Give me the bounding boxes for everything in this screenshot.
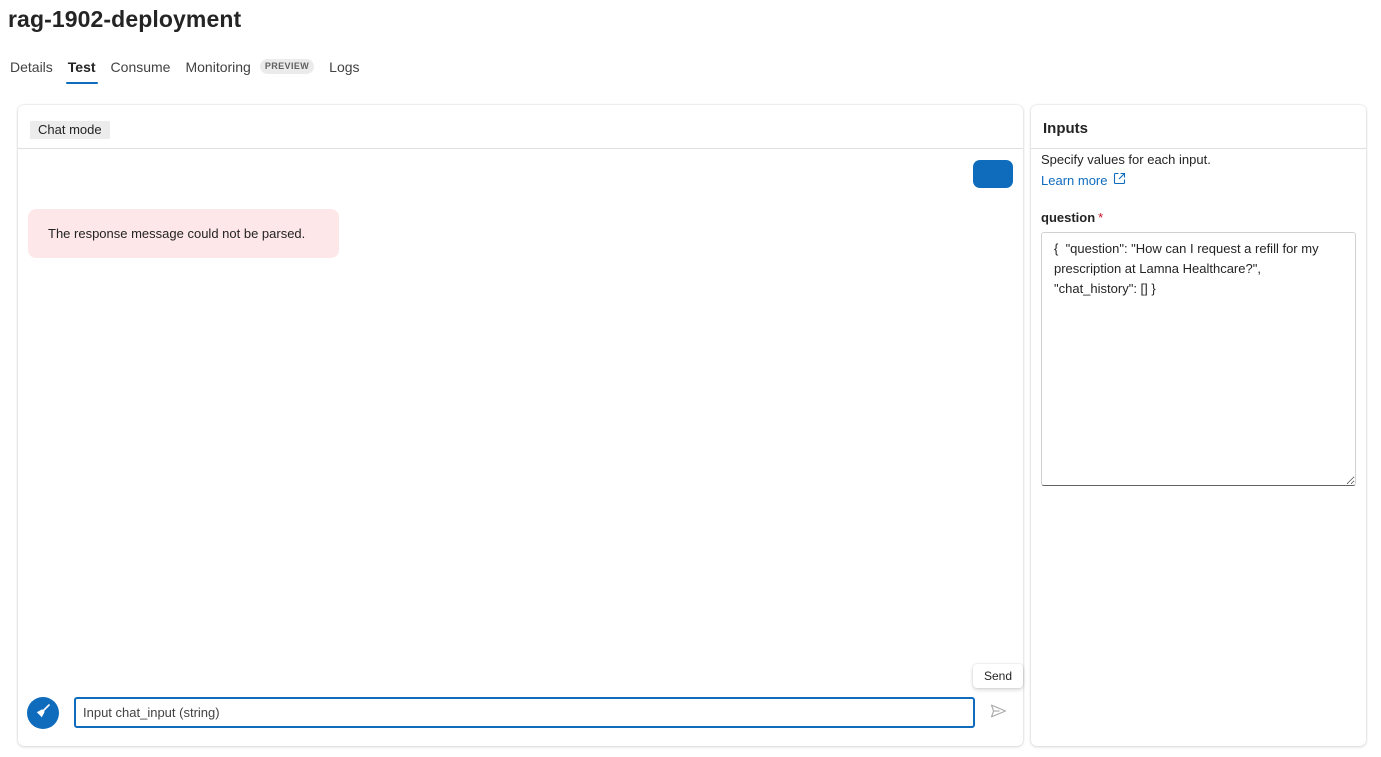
send-tooltip: Send <box>973 664 1024 688</box>
inputs-title: Inputs <box>1043 120 1088 137</box>
tab-bar: Details Test Consume Monitoring PREVIEW … <box>10 58 375 84</box>
question-field-label: question * <box>1041 210 1103 225</box>
tab-consume[interactable]: Consume <box>111 58 171 84</box>
learn-more-link[interactable]: Learn more <box>1041 172 1126 188</box>
tab-details[interactable]: Details <box>10 58 53 84</box>
external-link-icon <box>1107 172 1126 188</box>
learn-more-label: Learn more <box>1041 172 1108 188</box>
tab-monitoring[interactable]: Monitoring PREVIEW <box>185 58 315 84</box>
tab-test[interactable]: Test <box>65 58 98 84</box>
send-button[interactable] <box>988 703 1008 723</box>
error-message-bubble: The response message could not be parsed… <box>28 209 339 258</box>
user-message-bubble <box>973 160 1013 188</box>
send-icon <box>990 704 1007 723</box>
chat-input[interactable] <box>74 697 975 728</box>
inputs-header-divider <box>1031 148 1366 149</box>
clear-chat-button[interactable] <box>27 697 59 729</box>
broom-icon <box>34 702 52 725</box>
chat-mode-label: Chat mode <box>30 121 110 139</box>
required-mark: * <box>1098 210 1104 225</box>
inputs-panel: Inputs Specify values for each input. Le… <box>1031 105 1366 746</box>
tab-monitoring-label: Monitoring <box>185 59 251 75</box>
question-label-text: question <box>1041 210 1096 225</box>
chat-header-divider <box>18 148 1023 149</box>
chat-panel: Chat mode The response message could not… <box>18 105 1024 746</box>
preview-badge: PREVIEW <box>259 59 315 74</box>
inputs-description: Specify values for each input. <box>1041 152 1211 167</box>
page-title: rag-1902-deployment <box>8 6 242 32</box>
question-input[interactable]: { "question": "How can I request a refil… <box>1041 232 1356 486</box>
tab-logs[interactable]: Logs <box>329 58 359 84</box>
